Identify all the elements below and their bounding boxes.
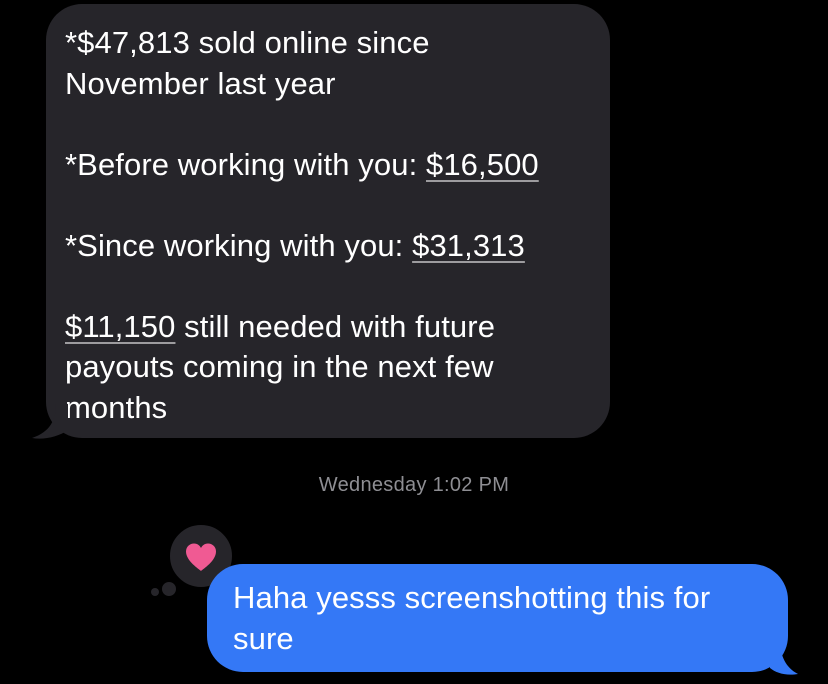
timestamp: Wednesday 1:02 PM (318, 474, 510, 496)
needed-amount-link[interactable]: $11,150 (65, 309, 175, 344)
message-line: November last year (65, 65, 336, 101)
message-line-before: *Before working with you: $16,500 (65, 145, 590, 186)
tapback-tail-dot (151, 588, 159, 596)
tapback-tail-dot (160, 580, 178, 598)
since-amount-link[interactable]: $31,313 (412, 228, 525, 263)
since-label: *Since working with you: (65, 227, 413, 263)
message-line-since: *Since working with you: $31,313 (65, 226, 590, 267)
outgoing-bubble-tail (770, 640, 798, 675)
before-label: *Before working with you: (65, 146, 426, 182)
message-line-needed: $11,150 still needed with future (65, 307, 590, 348)
incoming-bubble-tail (32, 404, 68, 439)
incoming-message-bubble[interactable]: *$47,813 sold online since November last… (46, 4, 610, 438)
message-line: payouts coming in the next few (65, 349, 494, 384)
needed-label: still needed with future (175, 308, 496, 344)
outgoing-message-bubble[interactable]: Haha yesss screenshotting this for sure (207, 564, 788, 672)
message-line: sure (233, 620, 294, 656)
heart-icon (186, 543, 216, 571)
message-line: Haha yesss screenshotting this for (233, 580, 711, 615)
before-amount-link[interactable]: $16,500 (426, 147, 539, 182)
message-line: *$47,813 sold online since (65, 25, 430, 60)
message-line: months (65, 389, 168, 425)
